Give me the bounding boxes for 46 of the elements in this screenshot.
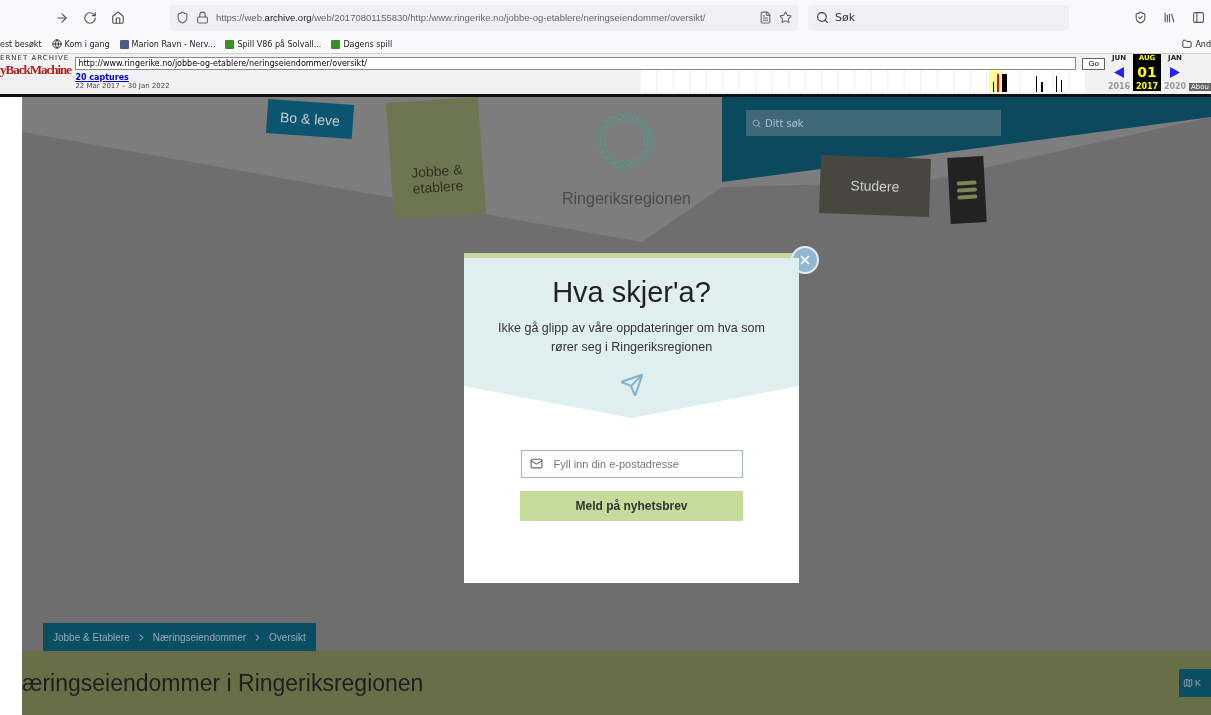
folder-icon bbox=[1182, 39, 1193, 49]
search-icon bbox=[752, 118, 761, 128]
bookmark[interactable]: Dagens spill bbox=[331, 39, 393, 49]
bookmark[interactable]: Kom i gang bbox=[51, 39, 110, 49]
bookmark[interactable]: Spill V86 på Solvall... bbox=[225, 39, 322, 49]
shield-icon[interactable] bbox=[176, 11, 189, 24]
map-button[interactable]: K bbox=[1179, 669, 1211, 697]
sidebar-icon[interactable] bbox=[1192, 11, 1205, 24]
library-icon[interactable] bbox=[1163, 11, 1176, 24]
favicon bbox=[119, 39, 129, 49]
previous-arrow-icon[interactable] bbox=[1114, 66, 1125, 78]
reload-icon[interactable] bbox=[83, 10, 97, 25]
lock-icon[interactable] bbox=[196, 11, 209, 24]
wayback-logo[interactable]: yBackMachine bbox=[0, 62, 76, 78]
close-icon bbox=[798, 253, 812, 267]
star-icon[interactable] bbox=[779, 11, 792, 24]
captures-link[interactable]: 20 captures bbox=[75, 73, 636, 82]
home-icon[interactable] bbox=[111, 10, 125, 25]
email-field[interactable]: Fyll inn din e-postadresse bbox=[520, 450, 743, 478]
favicon bbox=[225, 39, 235, 49]
map-icon bbox=[1183, 678, 1193, 688]
other-bookmarks[interactable]: And bbox=[1182, 39, 1211, 49]
address-bar[interactable]: https://web.archive.org/web/20170801155830/http:/www.ringerike.no/jobbe-og-etablere/neringseiendommer/oversikt/ bbox=[170, 4, 798, 31]
favicon bbox=[331, 39, 341, 49]
logo-ring-icon bbox=[595, 111, 655, 171]
breadcrumb-link[interactable]: Jobbe & Etablere bbox=[53, 631, 130, 643]
page-heading: æringseiendommer i Ringeriksregionen bbox=[22, 669, 424, 697]
dialog-text: Ikke gå glipp av våre oppdateringer om hva som rører seg i Ringeriksregionen bbox=[497, 320, 766, 356]
next-arrow-icon[interactable] bbox=[1170, 66, 1181, 78]
paper-plane-icon bbox=[619, 373, 644, 397]
menu-button[interactable] bbox=[947, 156, 987, 224]
nav-tab[interactable]: Studere bbox=[819, 155, 931, 217]
forward-icon[interactable] bbox=[55, 10, 69, 25]
search-field[interactable]: Søk bbox=[808, 4, 1069, 31]
go-button[interactable]: Go bbox=[1082, 57, 1106, 70]
wayback-url-field[interactable]: http://www.ringerike.no/jobbe-og-etablere/neringseiendommer/oversikt/ bbox=[75, 57, 1077, 70]
breadcrumb-link[interactable]: Oversikt bbox=[269, 631, 306, 643]
globe-icon bbox=[51, 39, 62, 49]
breadcrumb-link[interactable]: Næringseiendommer bbox=[152, 631, 247, 643]
bookmark[interactable]: Marion Ravn - Nerv... bbox=[119, 39, 216, 49]
mail-icon bbox=[529, 457, 543, 470]
reader-view-icon[interactable] bbox=[759, 11, 772, 24]
dialog-title: Hva skjer'a? bbox=[552, 276, 711, 309]
subscribe-button[interactable]: Meld på nyhetsbrev bbox=[520, 491, 743, 521]
search-icon bbox=[816, 11, 829, 24]
bookmark[interactable]: est besøkt bbox=[0, 39, 42, 49]
